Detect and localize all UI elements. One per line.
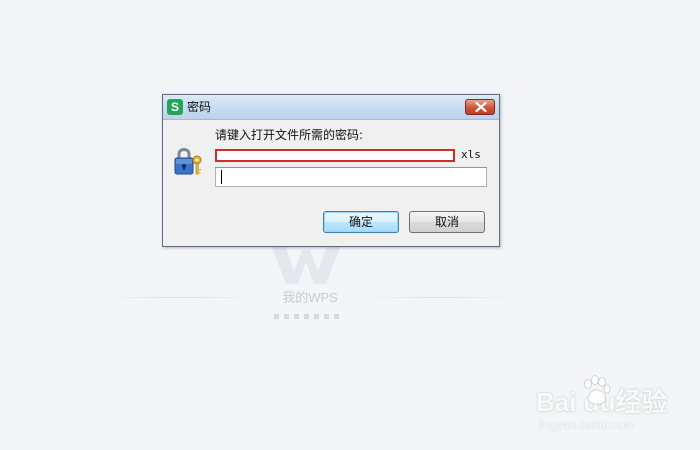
desktop-background: 我的WPS Bai du经验 jingyan.baidu.com S 密码 请键… bbox=[0, 0, 700, 450]
password-input[interactable] bbox=[215, 167, 487, 187]
lock-key-icon bbox=[174, 148, 202, 175]
close-icon bbox=[475, 102, 487, 112]
wps-brand-row: 我的WPS bbox=[100, 288, 520, 308]
wps-spreadsheet-icon: S bbox=[167, 99, 183, 115]
text-caret bbox=[221, 170, 222, 184]
loading-dot bbox=[274, 314, 279, 319]
dialog-title: 密码 bbox=[187, 100, 212, 114]
brand-divider-left bbox=[100, 297, 260, 298]
paw-icon bbox=[584, 375, 611, 405]
loading-dot bbox=[294, 314, 299, 319]
watermark-url: jingyan.baidu.com bbox=[538, 418, 635, 432]
filename-highlight bbox=[215, 149, 455, 162]
wps-brand-text: 我的WPS bbox=[282, 290, 338, 305]
loading-dot bbox=[324, 314, 329, 319]
loading-dot bbox=[304, 314, 309, 319]
loading-dot bbox=[334, 314, 339, 319]
ok-button[interactable]: 确定 bbox=[323, 211, 399, 233]
loading-dots bbox=[274, 314, 339, 319]
file-extension: xls bbox=[461, 148, 481, 161]
brand-divider-right bbox=[360, 297, 520, 298]
dialog-titlebar[interactable]: S 密码 bbox=[163, 95, 499, 120]
cancel-button[interactable]: 取消 bbox=[409, 211, 485, 233]
loading-dot bbox=[284, 314, 289, 319]
loading-dot bbox=[314, 314, 319, 319]
password-prompt: 请键入打开文件所需的密码: bbox=[215, 128, 364, 142]
close-button[interactable] bbox=[465, 99, 495, 115]
baidu-watermark: Bai du经验 jingyan.baidu.com bbox=[536, 374, 686, 438]
password-dialog: S 密码 请键入打开文件所需的密码: xls 确定 取消 bbox=[162, 94, 500, 247]
